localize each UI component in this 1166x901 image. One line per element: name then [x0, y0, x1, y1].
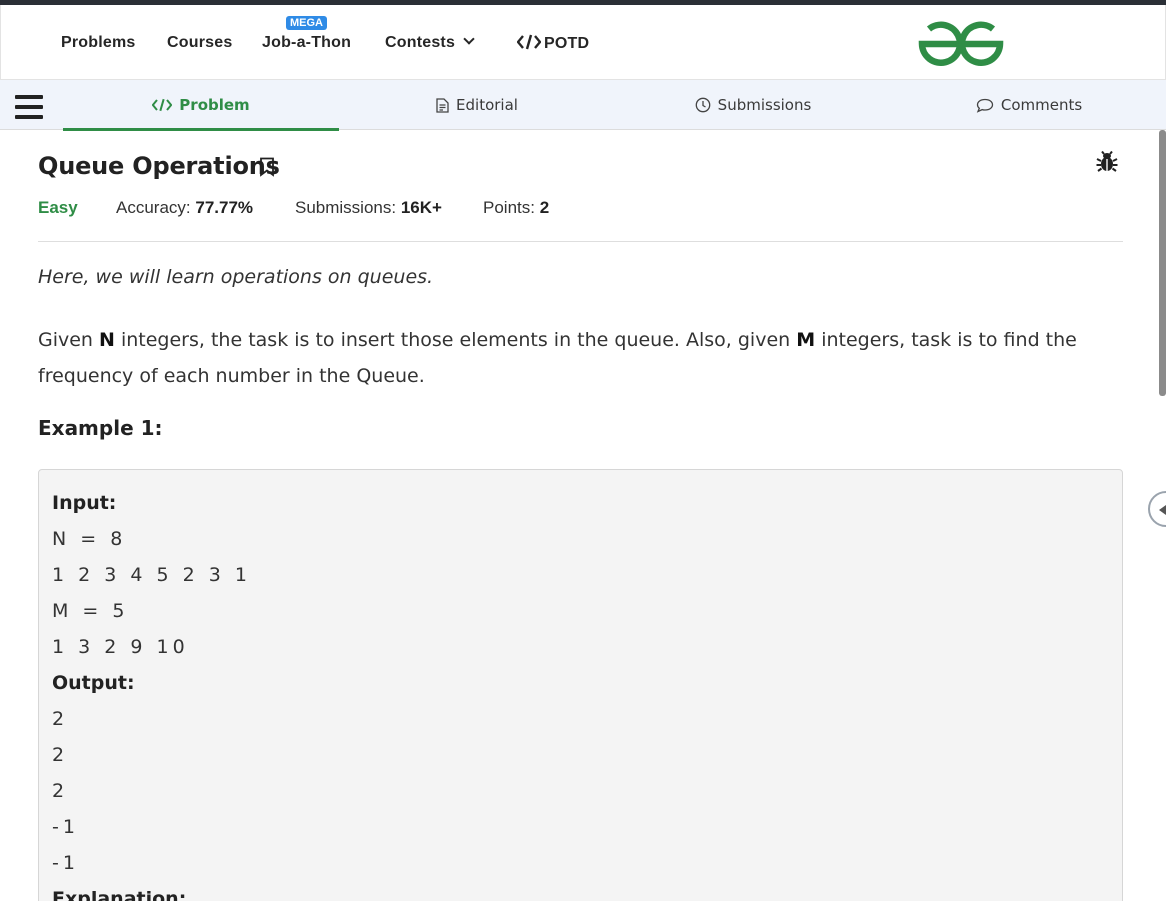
problem-tabbar: Problem Editorial Submissions Comments	[0, 80, 1166, 130]
nav-potd-label: POTD	[544, 35, 590, 52]
collapse-panel-icon[interactable]	[1148, 491, 1166, 527]
nav-job-a-thon[interactable]: Job-a-Thon	[262, 34, 351, 52]
points-stat: Points: 2	[483, 198, 549, 218]
nav-problems[interactable]: Problems	[61, 34, 136, 52]
difficulty-badge: Easy	[38, 198, 78, 217]
statement-part: integers, the task is to insert those el…	[114, 329, 797, 351]
statement-part: Given	[38, 329, 100, 351]
tab-problem[interactable]: Problem	[63, 80, 339, 130]
tab-editorial-label: Editorial	[456, 96, 518, 114]
bookmark-icon[interactable]	[259, 157, 275, 177]
document-icon	[436, 97, 449, 113]
tab-submissions-label: Submissions	[717, 96, 812, 114]
nav-contests-label: Contests	[385, 34, 456, 51]
nav-potd[interactable]: POTD	[516, 34, 590, 53]
output-line: 2	[52, 708, 69, 730]
top-navbar: Problems Courses MEGA Job-a-Thon Contest…	[0, 5, 1166, 80]
input-line: 1 3 2 9 10	[52, 636, 189, 658]
points-label: Points:	[483, 198, 540, 217]
problem-title: Queue Operations	[38, 152, 280, 180]
accuracy-stat: Accuracy: 77.77%	[116, 198, 253, 218]
comment-icon	[976, 98, 993, 113]
input-label: Input:	[52, 492, 117, 514]
submissions-label: Submissions:	[295, 198, 401, 217]
output-label: Output:	[52, 672, 135, 694]
input-line: 1 2 3 4 5 2 3 1	[52, 564, 251, 586]
input-line: N = 8	[52, 528, 127, 550]
tab-editorial[interactable]: Editorial	[339, 80, 615, 130]
example-code: Input: N = 8 1 2 3 4 5 2 3 1 M = 5 1 3 2…	[52, 485, 251, 901]
tab-submissions[interactable]: Submissions	[615, 80, 891, 130]
intro-text: Here, we will learn operations on queues…	[38, 266, 434, 288]
chevron-down-icon	[463, 33, 475, 45]
output-line: 2	[52, 744, 69, 766]
example-box: Input: N = 8 1 2 3 4 5 2 3 1 M = 5 1 3 2…	[38, 469, 1123, 901]
accuracy-value: 77.77%	[195, 198, 254, 217]
tab-comments-label: Comments	[1000, 96, 1083, 114]
menu-icon[interactable]	[15, 95, 43, 119]
bug-report-icon[interactable]	[1095, 150, 1119, 174]
output-line: 2	[52, 780, 69, 802]
nav-courses[interactable]: Courses	[167, 34, 232, 52]
active-tab-indicator	[63, 128, 339, 131]
clock-icon	[695, 97, 711, 113]
code-icon	[152, 98, 173, 112]
code-icon	[516, 34, 542, 50]
explanation-label: Explanation:	[52, 888, 187, 901]
gfg-logo-icon[interactable]	[918, 20, 1004, 66]
tab-comments[interactable]: Comments	[891, 80, 1166, 130]
statement-var-n: N	[99, 329, 115, 351]
points-value: 2	[539, 198, 550, 217]
submissions-value: 16K+	[400, 198, 442, 217]
tab-problem-label: Problem	[179, 96, 250, 114]
mega-badge: MEGA	[286, 16, 327, 30]
example-title: Example 1:	[38, 416, 163, 440]
accuracy-label: Accuracy:	[116, 198, 196, 217]
statement-var-m: M	[796, 329, 816, 351]
problem-statement: Given N integers, the task is to insert …	[38, 322, 1108, 394]
output-line: -1	[52, 816, 79, 838]
output-line: -1	[52, 852, 79, 874]
submissions-stat: Submissions: 16K+	[295, 198, 442, 218]
divider	[38, 241, 1123, 242]
scrollbar[interactable]	[1159, 130, 1166, 396]
nav-contests[interactable]: Contests	[385, 33, 475, 52]
input-line: M = 5	[52, 600, 129, 622]
